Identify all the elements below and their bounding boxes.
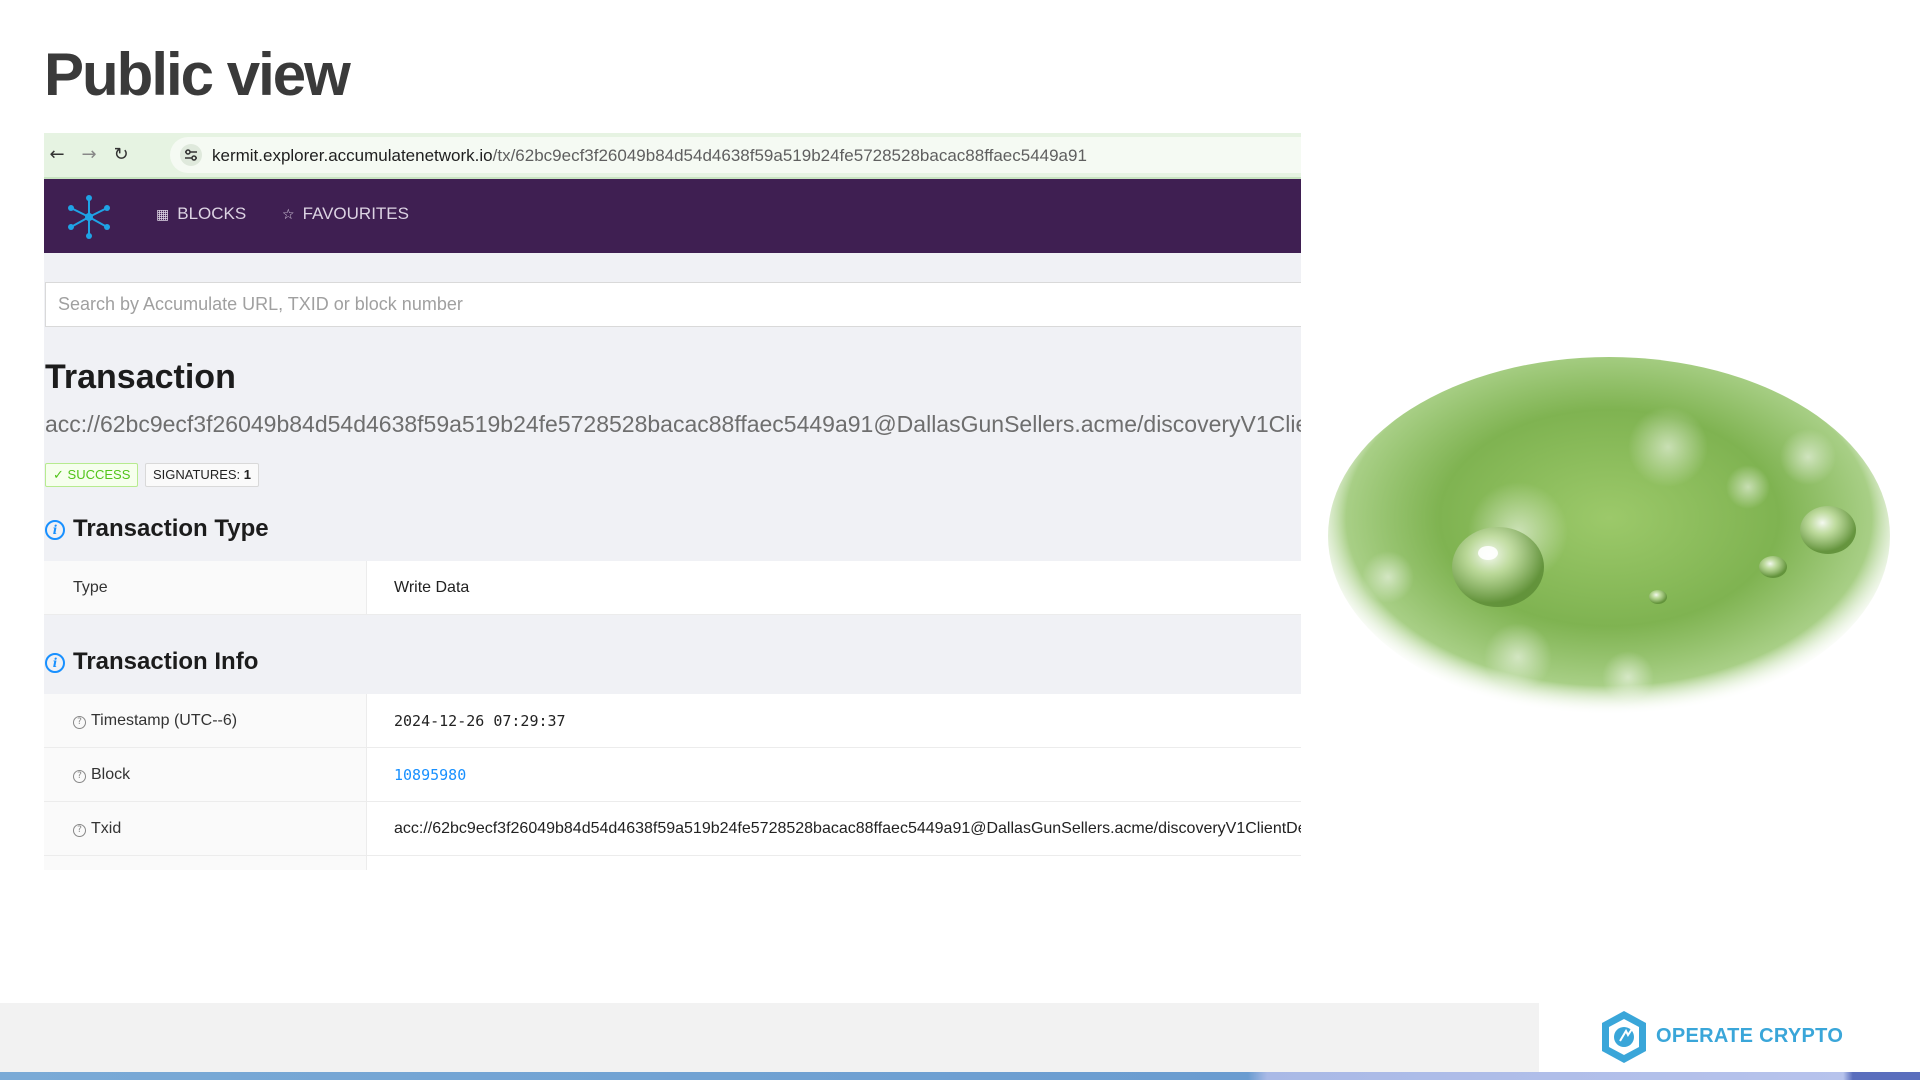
transaction-info-title-text: Transaction Info — [73, 648, 259, 675]
transaction-id: acc://62bc9ecf3f26049b84d54d4638f59a519b… — [45, 411, 1301, 437]
block-link[interactable]: 10895980 — [367, 748, 1301, 801]
table-row — [44, 856, 1301, 870]
star-icon: ☆ — [282, 207, 295, 223]
forward-arrow-icon[interactable]: → — [78, 144, 100, 166]
table-row: ? Block 10895980 — [44, 748, 1301, 802]
row-value: 2024-12-26 07:29:37 — [367, 694, 1301, 747]
transaction-type-title: i Transaction Type — [45, 515, 269, 543]
row-key: ? Block — [44, 748, 367, 801]
help-icon[interactable]: ? — [73, 824, 86, 837]
water-droplet-image — [1328, 357, 1890, 715]
site-info-icon[interactable] — [180, 144, 202, 166]
row-key: ? Txid — [44, 802, 367, 855]
nav-blocks-label: BLOCKS — [177, 204, 247, 223]
help-icon[interactable]: ? — [73, 716, 86, 729]
url-text: kermit.explorer.accumulatenetwork.io/tx/… — [212, 146, 1087, 166]
address-bar[interactable]: kermit.explorer.accumulatenetwork.io/tx/… — [170, 137, 1301, 173]
row-key: Type — [44, 561, 367, 614]
transaction-type-title-text: Transaction Type — [73, 515, 269, 542]
transaction-info-title: i Transaction Info — [45, 648, 258, 676]
slide-title: Public view — [44, 41, 351, 108]
accumulate-logo-icon[interactable] — [66, 194, 112, 245]
row-value: Write Data — [367, 561, 1301, 614]
row-key — [44, 856, 367, 870]
table-row: ? Timestamp (UTC--6) 2024-12-26 07:29:37 — [44, 694, 1301, 748]
info-icon: i — [45, 653, 65, 673]
operate-crypto-logo-icon — [1598, 1009, 1650, 1070]
footer-stripe — [0, 1072, 1920, 1080]
grid-icon: ▦ — [156, 207, 170, 223]
footer-brand: OPERATE CRYPTO — [1539, 1003, 1920, 1073]
browser-toolbar: ← → ↻ kermit.explorer.accumulatenetwork.… — [44, 133, 1301, 179]
row-key-text: Block — [91, 766, 131, 783]
table-row: Type Write Data — [44, 561, 1301, 615]
url-path: /tx/62bc9ecf3f26049b84d54d4638f59a519b24… — [492, 146, 1087, 165]
row-value: acc://62bc9ecf3f26049b84d54d4638f59a519b… — [367, 802, 1301, 855]
table-row: ? Txid acc://62bc9ecf3f26049b84d54d4638f5… — [44, 802, 1301, 856]
nav-blocks[interactable]: ▦ BLOCKS — [156, 204, 246, 224]
back-arrow-icon[interactable]: ← — [46, 144, 68, 166]
info-icon: i — [45, 520, 65, 540]
signatures-badge: SIGNATURES: 1 — [145, 463, 260, 487]
explorer-screenshot: ← → ↻ kermit.explorer.accumulatenetwork.… — [44, 133, 1301, 870]
transaction-heading: Transaction — [45, 358, 236, 396]
row-key-text: Txid — [91, 820, 122, 837]
search-box — [45, 282, 1301, 327]
row-value — [367, 856, 1301, 870]
app-navbar: ▦ BLOCKS ☆ FAVOURITES — [44, 179, 1301, 253]
row-key: ? Timestamp (UTC--6) — [44, 694, 367, 747]
help-icon[interactable]: ? — [73, 770, 86, 783]
brand-name: OPERATE CRYPTO — [1656, 1025, 1844, 1047]
url-host: kermit.explorer.accumulatenetwork.io — [212, 146, 493, 165]
check-icon: ✓ — [53, 467, 64, 482]
signatures-label: SIGNATURES: — [153, 467, 241, 482]
search-input[interactable] — [46, 283, 1301, 326]
row-key-text: Timestamp (UTC--6) — [91, 712, 238, 729]
reload-icon[interactable]: ↻ — [110, 144, 132, 166]
signatures-count: 1 — [243, 467, 252, 482]
nav-favourites[interactable]: ☆ FAVOURITES — [282, 204, 409, 224]
status-badge: ✓ SUCCESS — [45, 463, 139, 487]
footer: OPERATE CRYPTO — [0, 1003, 1920, 1080]
nav-favourites-label: FAVOURITES — [302, 204, 409, 223]
status-text: SUCCESS — [67, 467, 131, 482]
